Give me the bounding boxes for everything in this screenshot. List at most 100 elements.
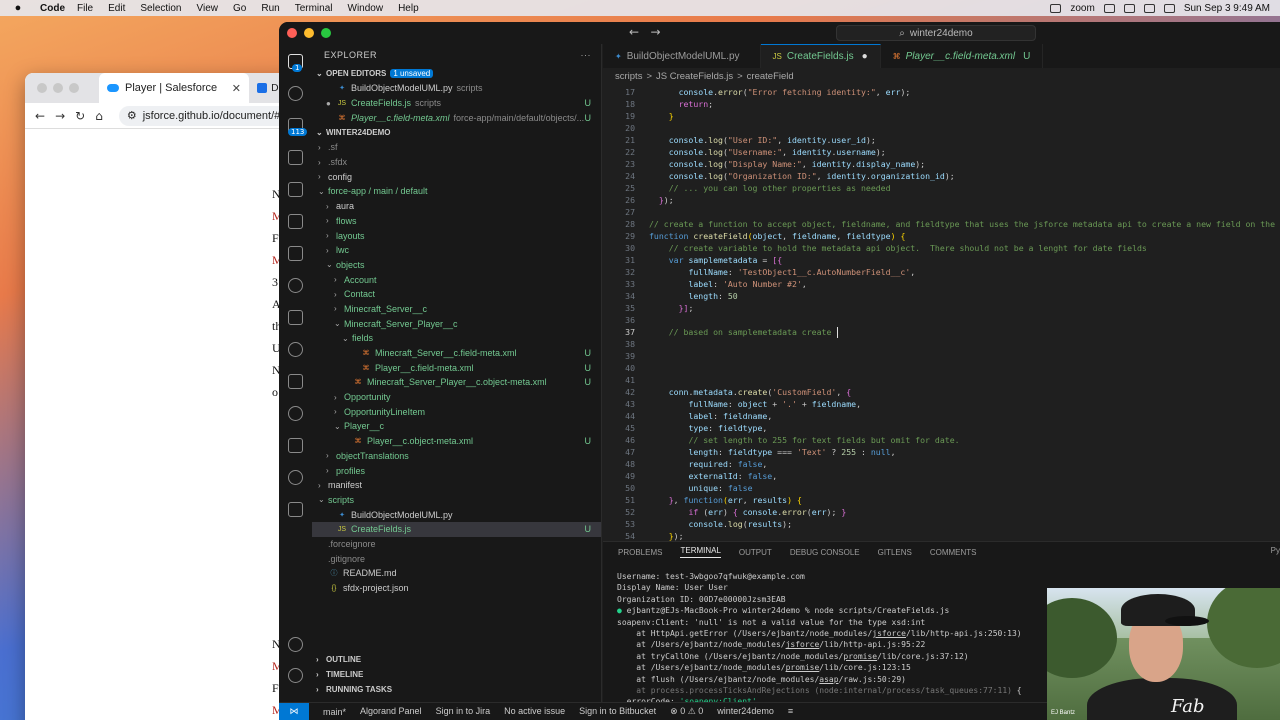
open-editor-item[interactable]: ● JS CreateFields.js scripts U: [312, 96, 601, 111]
file-item[interactable]: .forceignore: [312, 537, 601, 552]
docker-icon[interactable]: [288, 438, 303, 453]
status-item[interactable]: Sign in to Jira: [436, 706, 491, 717]
status-item[interactable]: ≡: [788, 706, 793, 717]
code-line[interactable]: return;: [649, 98, 714, 110]
code-line[interactable]: length: 50: [649, 290, 737, 302]
panel-tab-problems[interactable]: PROBLEMS: [618, 548, 662, 557]
app-menu[interactable]: Code: [40, 3, 65, 14]
code-line[interactable]: console.log("User ID:", identity.user_id…: [649, 134, 876, 146]
code-line[interactable]: }];: [649, 302, 694, 314]
code-editor[interactable]: 17 console.error("Error fetching identit…: [603, 84, 1280, 549]
folder-item[interactable]: › aura: [312, 199, 601, 214]
menu-terminal[interactable]: Terminal: [295, 3, 333, 14]
code-line[interactable]: var samplemetadata = [{: [649, 254, 782, 266]
code-line[interactable]: // ... you can log other properties as n…: [649, 182, 891, 194]
comments-icon[interactable]: [288, 502, 303, 517]
code-line[interactable]: }, function(err, results) {: [649, 494, 802, 506]
folder-item[interactable]: ⌄ objects: [312, 258, 601, 273]
code-line[interactable]: }: [649, 110, 674, 122]
status-item[interactable]: No active issue: [504, 706, 565, 717]
code-line[interactable]: fullName: object + '.' + fieldname,: [649, 398, 861, 410]
panel-tab-comments[interactable]: COMMENTS: [930, 548, 977, 557]
wifi-icon[interactable]: [1123, 3, 1135, 13]
gitlens-icon[interactable]: [288, 278, 303, 293]
file-item[interactable]: .gitignore: [312, 551, 601, 566]
code-line[interactable]: label: 'Auto Number #2',: [649, 278, 806, 290]
code-line[interactable]: length: fieldtype === 'Text' ? 255 : nul…: [649, 446, 895, 458]
folder-item[interactable]: › Opportunity: [312, 390, 601, 405]
code-line[interactable]: conn.metadata.create('CustomField', {: [649, 386, 851, 398]
more-actions-icon[interactable]: ···: [581, 50, 592, 60]
folder-item[interactable]: › Minecraft_Server__c: [312, 302, 601, 317]
clock[interactable]: Sun Sep 3 9:49 AM: [1184, 3, 1270, 14]
folder-item[interactable]: ⌄ scripts: [312, 493, 601, 508]
menu-run[interactable]: Run: [261, 3, 279, 14]
editor-tab[interactable]: ⌘ Player__c.field-meta.xml U: [881, 44, 1044, 68]
control-center-icon[interactable]: [1163, 3, 1175, 13]
folder-item[interactable]: ⌄ Player__c: [312, 419, 601, 434]
forward-icon[interactable]: →: [55, 109, 65, 123]
menu-help[interactable]: Help: [398, 3, 419, 14]
back-icon[interactable]: ←: [629, 25, 639, 39]
folder-item[interactable]: › config: [312, 169, 601, 184]
section-timeline[interactable]: › TIMELINE: [312, 667, 602, 682]
folder-item[interactable]: ⌄ Minecraft_Server_Player__c: [312, 316, 601, 331]
panel-tab-output[interactable]: OUTPUT: [739, 548, 772, 557]
home-icon[interactable]: ⌂: [95, 109, 103, 123]
code-line[interactable]: console.log("Organization ID:", identity…: [649, 170, 955, 182]
apple-menu-icon[interactable]: ●: [10, 2, 26, 14]
folder-item[interactable]: › Contact: [312, 287, 601, 302]
code-line[interactable]: });: [649, 194, 674, 206]
zoom-status[interactable]: zoom: [1070, 3, 1094, 14]
forward-icon[interactable]: →: [651, 25, 661, 39]
site-info-icon[interactable]: ⚙: [127, 109, 137, 122]
menu-go[interactable]: Go: [233, 3, 246, 14]
zoom-window-button[interactable]: [321, 28, 331, 38]
panel-tab-terminal[interactable]: TERMINAL: [680, 546, 721, 558]
open-editor-item[interactable]: ⌘ Player__c.field-meta.xml force-app/main/…: [312, 110, 601, 125]
run-debug-icon[interactable]: [288, 150, 303, 165]
command-center-search[interactable]: ⌕ winter24demo: [836, 25, 1036, 41]
browser-close-button[interactable]: [37, 83, 47, 93]
menu-file[interactable]: File: [77, 3, 93, 14]
close-tab-icon[interactable]: ✕: [232, 82, 241, 95]
menu-window[interactable]: Window: [348, 3, 384, 14]
browser-zoom-button[interactable]: [69, 83, 79, 93]
file-item[interactable]: ⌘ Player__c.field-meta.xml U: [312, 360, 601, 375]
status-icon[interactable]: [1050, 3, 1062, 13]
status-item[interactable]: winter24demo: [717, 706, 774, 717]
code-line[interactable]: console.log(results);: [649, 518, 792, 530]
file-item[interactable]: ✦ BuildObjectModelUML.py: [312, 507, 601, 522]
folder-item[interactable]: › .sfdx: [312, 155, 601, 170]
code-line[interactable]: function createField(object, fieldname, …: [649, 230, 905, 242]
accounts-icon[interactable]: [288, 637, 303, 652]
code-line[interactable]: // create a function to accept object, f…: [649, 218, 1280, 230]
code-line[interactable]: console.error("Error fetching identity:"…: [649, 86, 911, 98]
salesforce-icon[interactable]: [288, 310, 303, 325]
panel-right-label[interactable]: Py: [1271, 546, 1280, 555]
status-item[interactable]: ⊗ 0 ⚠ 0: [670, 706, 703, 717]
folder-item[interactable]: › layouts: [312, 228, 601, 243]
code-line[interactable]: unique: false: [649, 482, 752, 494]
file-item[interactable]: ⌘ Minecraft_Server_Player__c.object-meta.…: [312, 375, 601, 390]
folder-item[interactable]: › flows: [312, 214, 601, 229]
panel-tab-debug-console[interactable]: DEBUG CONSOLE: [790, 548, 860, 557]
testing-icon[interactable]: [288, 246, 303, 261]
code-line[interactable]: if (err) { console.error(err); }: [649, 506, 846, 518]
timeline-icon[interactable]: [288, 342, 303, 357]
browser-minimize-button[interactable]: [53, 83, 63, 93]
section-outline[interactable]: › OUTLINE: [312, 652, 602, 667]
breadcrumb-item[interactable]: scripts: [615, 71, 642, 82]
unsaved-dot-icon[interactable]: ●: [862, 51, 868, 62]
folder-item[interactable]: › .sf: [312, 140, 601, 155]
folder-item[interactable]: › objectTranslations: [312, 449, 601, 464]
file-item[interactable]: ⓘ README.md: [312, 566, 601, 581]
status-item[interactable]: Sign in to Bitbucket: [579, 706, 656, 717]
code-line[interactable]: console.log("Username:", identity.userna…: [649, 146, 886, 158]
file-item[interactable]: {} sfdx-project.json: [312, 581, 601, 596]
file-item[interactable]: ⌘ Player__c.object-meta.xml U: [312, 434, 601, 449]
code-line[interactable]: required: false,: [649, 458, 767, 470]
folder-item[interactable]: › manifest: [312, 478, 601, 493]
live-share-icon[interactable]: [288, 470, 303, 485]
status-item[interactable]: Algorand Panel: [360, 706, 422, 717]
